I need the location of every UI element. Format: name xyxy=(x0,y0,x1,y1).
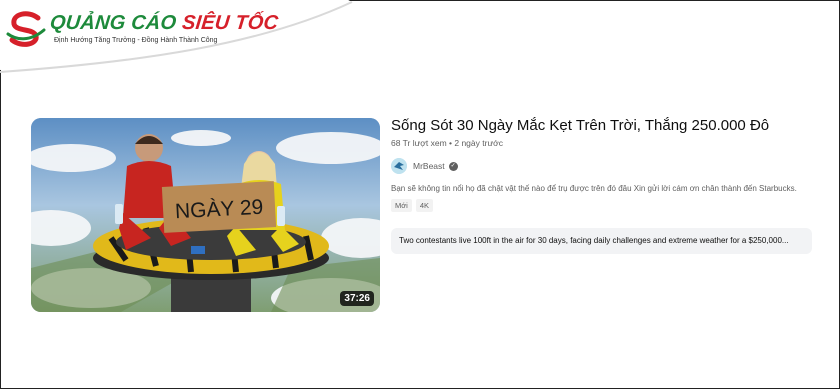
video-title[interactable]: Sống Sót 30 Ngày Mắc Kẹt Trên Trời, Thắn… xyxy=(391,116,811,135)
logo-brand-red: SIÊU TỐC xyxy=(180,12,280,34)
logo-brand-green: QUẢNG CÁO xyxy=(48,12,178,34)
channel-row[interactable]: MrBeast ✓ xyxy=(391,157,811,175)
sign-text: NGÀY 29 xyxy=(174,196,263,224)
logo-header: QUẢNG CÁO SIÊU TỐC Định Hướng Tăng Trưởn… xyxy=(0,0,360,80)
logo-s-icon xyxy=(6,11,46,47)
video-meta: 68 Tr lượt xem • 2 ngày trước xyxy=(391,138,503,148)
badge-row: Mới 4K xyxy=(391,199,811,212)
thumbnail-image: NGÀY 29 xyxy=(31,118,380,312)
video-thumbnail[interactable]: NGÀY 29 37:26 xyxy=(31,118,380,312)
channel-name[interactable]: MrBeast xyxy=(413,161,445,171)
video-duration: 37:26 xyxy=(340,291,374,306)
video-info: Sống Sót 30 Ngày Mắc Kẹt Trên Trời, Thắn… xyxy=(391,116,811,212)
video-description: Bạn sẽ không tin nổi họ đã chật vật thế … xyxy=(391,184,797,193)
channel-avatar-icon[interactable] xyxy=(391,158,407,174)
logo-wordmark: QUẢNG CÁO SIÊU TỐC xyxy=(49,12,279,35)
badge-4k: 4K xyxy=(415,199,434,212)
verified-check-icon: ✓ xyxy=(448,161,458,171)
video-summary-box[interactable]: Two contestants live 100ft in the air fo… xyxy=(391,228,812,254)
logo-tagline: Định Hướng Tăng Trưởng - Đồng Hành Thành… xyxy=(54,37,218,44)
badge-new: Mới xyxy=(391,199,412,212)
